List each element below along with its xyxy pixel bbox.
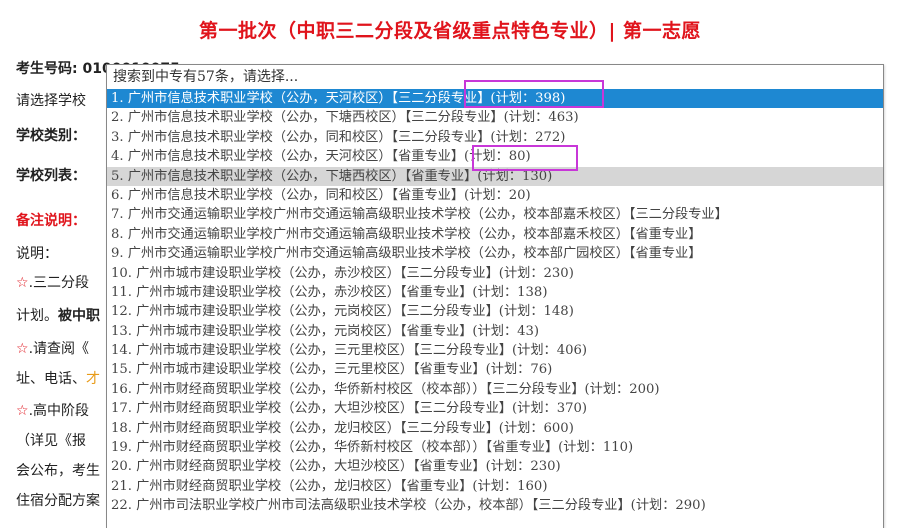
dropdown-item[interactable]: 14. 广州市城市建设职业学校（公办，三元里校区）【三二分段专业】(计划：406… (107, 341, 883, 360)
school-type-label: 学校类别： (16, 128, 86, 144)
dropdown-item[interactable]: 12. 广州市城市建设职业学校（公办，元岗校区）【三二分段专业】(计划：148) (107, 302, 883, 321)
dropdown-item[interactable]: 5. 广州市信息技术职业学校（公办，下塘西校区）【省重专业】(计划：130) (107, 166, 883, 186)
dropdown-header: 搜索到中专有57条，请选择... (113, 69, 299, 85)
school-list-label: 学校列表： (16, 168, 86, 184)
note-3: ☆.高中阶段 (16, 403, 90, 419)
dropdown-item[interactable]: 7. 广州市交通运输职业学校广州市交通运输高级职业技术学校（公办，校本部嘉禾校区… (107, 205, 883, 224)
note-intro: 说明： (16, 246, 58, 262)
dropdown-item[interactable]: 3. 广州市信息技术职业学校（公办，同和校区）【三二分段专业】(计划：272) (107, 128, 883, 147)
star-icon: ☆ (16, 403, 29, 419)
dropdown-item[interactable]: 2. 广州市信息技术职业学校（公办，下塘西校区）【三二分段专业】(计划：463) (107, 108, 883, 127)
note-2-cont: 址、电话、才 (16, 371, 100, 387)
note-1-cont: 计划。被中职 (16, 308, 100, 324)
star-icon: ☆ (16, 275, 29, 291)
dropdown-item[interactable]: 19. 广州市财经商贸职业学校（公办，华侨新村校区（校本部））【省重专业】(计划… (107, 438, 883, 457)
note-3-cont: （详见《报 (16, 433, 86, 449)
dropdown-item[interactable]: 1. 广州市信息技术职业学校（公办，天河校区）【三二分段专业】(计划：398) (107, 89, 883, 109)
note-4: 会公布，考生 (16, 463, 100, 479)
dropdown-item[interactable]: 16. 广州市财经商贸职业学校（公办，华侨新村校区（校本部））【三二分段专业】(… (107, 380, 883, 399)
page-title: 第一批次（中职三二分段及省级重点特色专业）| 第一志愿 (198, 20, 702, 42)
dropdown-item[interactable]: 22. 广州市司法职业学校广州市司法高级职业技术学校（公办，校本部）【三二分段专… (107, 496, 883, 515)
dropdown-item[interactable]: 10. 广州市城市建设职业学校（公办，赤沙校区）【三二分段专业】(计划：230) (107, 264, 883, 283)
dropdown-item[interactable]: 6. 广州市信息技术职业学校（公办，同和校区）【省重专业】(计划：20) (107, 186, 883, 205)
dropdown-item[interactable]: 4. 广州市信息技术职业学校（公办，天河校区）【省重专业】(计划：80) (107, 147, 883, 166)
dropdown-item[interactable]: 20. 广州市财经商贸职业学校（公办，大坦沙校区）【省重专业】(计划：230) (107, 457, 883, 476)
dropdown-item[interactable]: 8. 广州市交通运输职业学校广州市交通运输高级职业技术学校（公办，校本部嘉禾校区… (107, 225, 883, 244)
remarks-label: 备注说明： (16, 213, 86, 229)
dropdown-item[interactable]: 13. 广州市城市建设职业学校（公办，元岗校区）【省重专业】(计划：43) (107, 322, 883, 341)
dropdown-item[interactable]: 11. 广州市城市建设职业学校（公办，赤沙校区）【省重专业】(计划：138) (107, 283, 883, 302)
dropdown-item[interactable]: 17. 广州市财经商贸职业学校（公办，大坦沙校区）【三二分段专业】(计划：370… (107, 399, 883, 418)
school-search-dropdown[interactable]: 搜索到中专有57条，请选择... 1. 广州市信息技术职业学校（公办，天河校区）… (106, 64, 884, 528)
dropdown-list[interactable]: 1. 广州市信息技术职业学校（公办，天河校区）【三二分段专业】(计划：398) 2… (107, 89, 883, 516)
note-5: 住宿分配方案 (16, 493, 100, 509)
note-1: ☆.三二分段 (16, 275, 90, 291)
dropdown-item[interactable]: 15. 广州市城市建设职业学校（公办，三元里校区）【省重专业】(计划：76) (107, 360, 883, 379)
select-school-prompt: 请选择学校 (16, 93, 86, 109)
dropdown-item[interactable]: 18. 广州市财经商贸职业学校（公办，龙归校区）【三二分段专业】(计划：600) (107, 419, 883, 438)
dropdown-item[interactable]: 9. 广州市交通运输职业学校广州市交通运输高级职业技术学校（公办，校本部广园校区… (107, 244, 883, 263)
note-2: ☆.请查阅《 (16, 341, 90, 357)
star-icon: ☆ (16, 341, 29, 357)
dropdown-item[interactable]: 21. 广州市财经商贸职业学校（公办，龙归校区）【省重专业】(计划：160) (107, 477, 883, 496)
candidate-number-label: 考生号码: (16, 61, 78, 77)
